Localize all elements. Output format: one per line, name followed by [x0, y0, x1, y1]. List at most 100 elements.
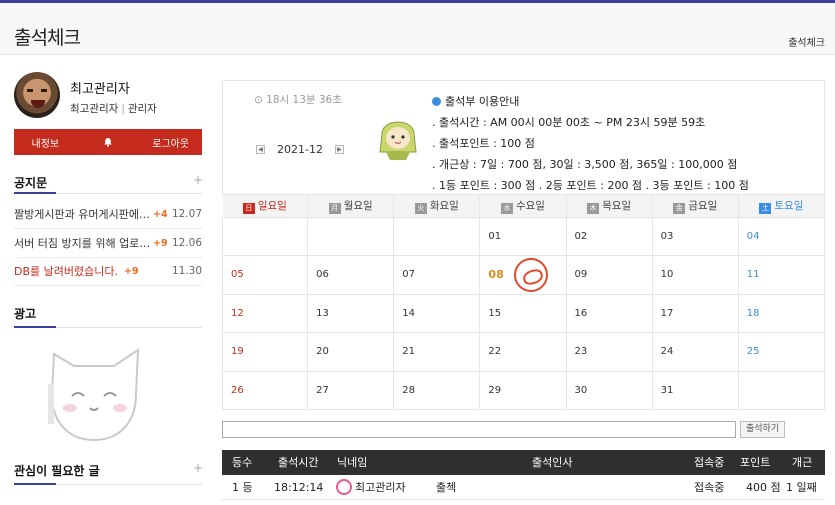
profile-button[interactable]: 내정보	[14, 129, 77, 155]
calendar-day[interactable]: 13	[307, 293, 395, 333]
day-number: 16	[574, 307, 588, 319]
member-icon	[336, 479, 352, 495]
calendar-day[interactable]: 23	[565, 332, 653, 372]
avatar-eye	[41, 89, 47, 92]
weekday-label: 토요일	[774, 199, 804, 212]
column-header: 닉네임	[337, 456, 368, 469]
weekday-badge: 金	[673, 202, 686, 214]
plus-icon[interactable]: +	[193, 173, 203, 187]
calendar-day[interactable]: 22	[479, 332, 567, 372]
notice-title-text: DB를 날려버렸습니다.	[14, 265, 118, 278]
section-accent	[14, 483, 56, 485]
day-number: 23	[574, 346, 588, 358]
calendar-day[interactable]: 26	[221, 370, 309, 410]
weekday-badge: 土	[759, 202, 772, 214]
usage-guide-header: 출석부 이용안내	[432, 91, 749, 112]
guide-line: . 출석시간 : AM 00시 00분 00초 ~ PM 23시 59분 59초	[432, 116, 706, 129]
calendar-day[interactable]: 16	[565, 293, 653, 333]
day-number: 27	[316, 384, 329, 396]
avatar-mouth	[31, 100, 45, 108]
calendar-day[interactable]: 15	[479, 293, 567, 333]
calendar-day[interactable]: 10	[651, 255, 739, 295]
points: 400 점	[746, 481, 781, 494]
section-accent	[14, 192, 56, 194]
nickname: 최고관리자	[355, 481, 406, 494]
guide-line: . 출석포인트 : 100 점	[432, 137, 535, 150]
calendar-day[interactable]: 24	[651, 332, 739, 372]
calendar-day[interactable]: 07	[393, 255, 481, 295]
calendar-day[interactable]: 17	[651, 293, 739, 333]
calendar-day[interactable]: 29	[479, 370, 567, 410]
day-number: 07	[402, 269, 416, 281]
calendar-day[interactable]: 03	[651, 216, 739, 256]
breadcrumb[interactable]: 출석체크	[788, 34, 825, 49]
calendar-day[interactable]: 25	[737, 332, 826, 372]
list-item[interactable]: 짤방게시판과 유머게시판에… +4 12.07	[14, 200, 202, 229]
calendar-day[interactable]: 19	[221, 332, 309, 372]
calendar-day[interactable]: 30	[565, 370, 653, 410]
calendar-day[interactable]: 27	[307, 370, 395, 410]
usage-guide-title: 출석부 이용안내	[445, 95, 520, 108]
weekday-label: 수요일	[515, 199, 545, 212]
day-number: 30	[574, 384, 588, 396]
prev-month-icon[interactable]: ◀	[256, 145, 265, 154]
list-item[interactable]: 서버 터짐 방지를 위해 업로… +9 12.06	[14, 229, 202, 258]
nickname-cell[interactable]: 최고관리자	[336, 475, 406, 500]
calendar-day[interactable]: 31	[651, 370, 739, 410]
next-month-icon[interactable]: ▶	[334, 145, 344, 154]
calendar-day[interactable]: 08	[479, 255, 567, 295]
calendar-day[interactable]: 06	[307, 255, 395, 295]
attention-title[interactable]: 관심이 필요한 글	[14, 462, 100, 479]
calendar-day[interactable]: 21	[393, 332, 481, 372]
weekday-header: 水 수요일	[479, 195, 567, 217]
logout-button[interactable]: 로그아웃	[139, 129, 202, 155]
avatar[interactable]	[14, 72, 60, 118]
day-number: 01	[488, 230, 502, 242]
page-title: 출석체크	[14, 27, 81, 49]
calendar-day[interactable]: 01	[479, 216, 567, 256]
calendar-day[interactable]: 12	[221, 293, 309, 333]
calendar-day[interactable]: 09	[565, 255, 653, 295]
month-label: 2021-12	[277, 143, 323, 156]
calendar-week: 01 02 03 04	[221, 216, 826, 256]
weekday-header: 土 토요일	[738, 195, 826, 217]
comment-count: +9	[153, 237, 168, 249]
list-item[interactable]: DB를 날려버렸습니다. +9 11.30	[14, 257, 202, 286]
day-number: 22	[488, 346, 502, 358]
user-role-line: 최고관리자 | 관리자	[70, 101, 157, 116]
plus-icon[interactable]: +	[193, 461, 203, 475]
notice-title-text: 서버 터짐 방지를 위해 업로…	[14, 237, 150, 250]
usage-guide: 출석부 이용안내 . 출석시간 : AM 00시 00분 00초 ~ PM 23…	[432, 91, 749, 196]
user-nickname: 최고관리자	[70, 103, 119, 115]
clock-icon: ⊙	[254, 94, 263, 106]
calendar-day[interactable]: 20	[307, 332, 395, 372]
calendar-day[interactable]: 04	[737, 216, 826, 256]
calendar-day[interactable]: 28	[393, 370, 481, 410]
greeting-input[interactable]	[222, 421, 736, 438]
calendar-day[interactable]: 14	[393, 293, 481, 333]
calendar-day[interactable]: 18	[737, 293, 826, 333]
attend-time: 18:12:14	[274, 481, 324, 494]
calendar-day[interactable]: 11	[737, 255, 826, 295]
notice-date: 11.30	[171, 265, 202, 277]
day-number: 15	[488, 307, 502, 319]
notification-button[interactable]	[77, 129, 140, 155]
comment-count: +9	[123, 265, 139, 277]
user-name[interactable]: 최고관리자	[70, 78, 130, 97]
bell-icon	[104, 138, 112, 147]
page-header: 출석체크 출석체크	[0, 3, 835, 55]
day-number: 13	[316, 307, 329, 319]
ad-cat-image[interactable]	[44, 344, 146, 444]
calendar-day[interactable]: 05	[221, 255, 309, 295]
greeting-message: 출첵	[436, 481, 457, 494]
calendar-day[interactable]: 02	[565, 216, 653, 256]
day-number: 31	[660, 384, 674, 396]
calendar-day	[737, 370, 826, 410]
weekday-label: 목요일	[602, 199, 632, 212]
streak: 1 일째	[786, 481, 817, 494]
weekday-badge: 月	[328, 202, 341, 214]
column-header: 접속중	[694, 456, 725, 469]
attend-button[interactable]: 출석하기	[740, 421, 785, 438]
notice-title[interactable]: 공지문	[14, 174, 47, 191]
day-number: 20	[316, 346, 329, 358]
